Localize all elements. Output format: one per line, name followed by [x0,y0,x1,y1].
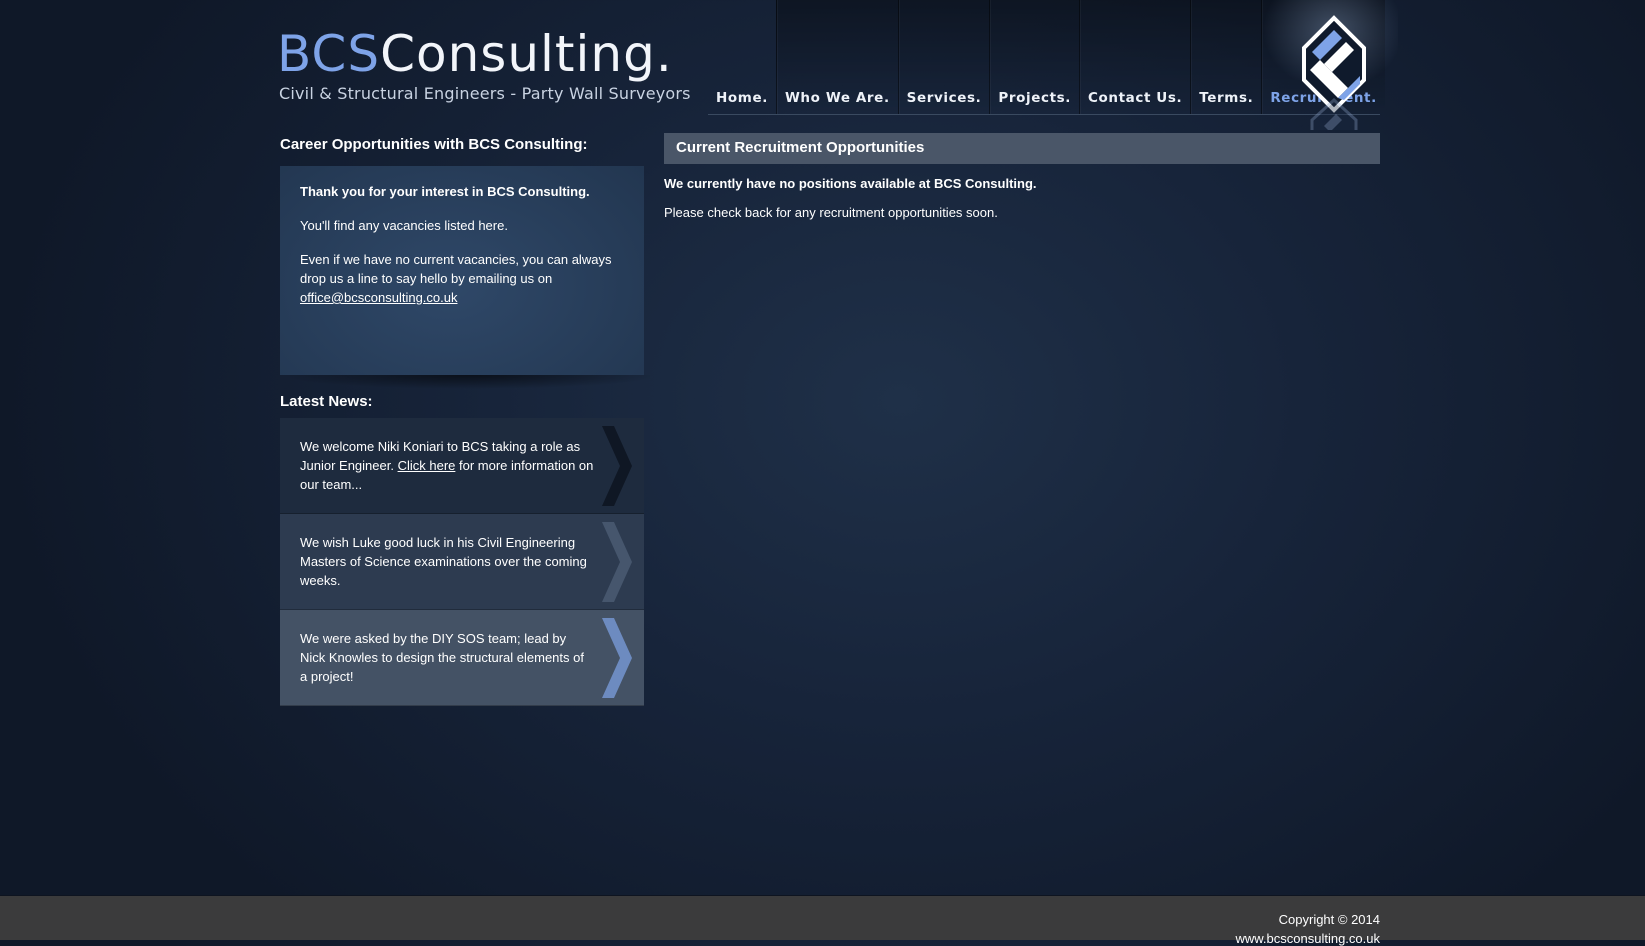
page: BCSConsulting. Civil & Structural Engine… [0,0,1645,895]
footer-copyright: Copyright © 2014 [1278,912,1380,927]
recruitment-header: Current Recruitment Opportunities [664,133,1380,164]
nav-label: Projects. [998,90,1071,106]
logo-consulting: Consulting. [380,25,673,83]
recruitment-note: Please check back for any recruitment op… [664,205,998,220]
news-item[interactable]: We welcome Niki Koniari to BCS taking a … [280,418,644,514]
chevron-right-icon[interactable] [602,618,632,698]
chevron-right-icon[interactable] [602,426,632,506]
news-list: We welcome Niki Koniari to BCS taking a … [280,418,644,706]
career-title: Career Opportunities with BCS Consulting… [280,136,588,153]
career-box: Thank you for your interest in BCS Consu… [280,166,644,375]
nav-label: Terms. [1199,90,1254,106]
site-logo[interactable]: BCSConsulting. [277,24,673,84]
news-text: We were asked by the DIY SOS team; lead … [300,631,584,684]
nav-item-contact-us[interactable]: Contact Us. [1079,0,1191,114]
nav-item-who-we-are[interactable]: Who We Are. [775,0,898,114]
site-tagline: Civil & Structural Engineers - Party Wal… [279,84,691,103]
career-thanks: Thank you for your interest in BCS Consu… [300,184,590,199]
chevron-right-icon[interactable] [602,522,632,602]
recruitment-status: We currently have no positions available… [664,176,1037,191]
footer: Copyright © 2014 www.bcsconsulting.co.uk [0,895,1645,946]
news-title: Latest News: [280,393,373,410]
nav-label: Home. [716,90,768,106]
career-email-link[interactable]: office@bcsconsulting.co.uk [300,290,458,305]
logo-bcs: BCS [277,25,381,83]
news-text: We wish Luke good luck in his Civil Engi… [300,535,587,588]
news-click-here-link[interactable]: Click here [398,458,456,473]
nav-item-terms[interactable]: Terms. [1190,0,1262,114]
news-item[interactable]: We wish Luke good luck in his Civil Engi… [280,514,644,610]
career-contact-text: Even if we have no current vacancies, yo… [300,250,624,307]
nav-label: Contact Us. [1088,90,1183,106]
nav-label: Services. [906,90,982,106]
nav-label: Who We Are. [784,90,890,106]
nav-item-services[interactable]: Services. [897,0,990,114]
bcs-emblem-icon [1258,0,1398,130]
career-vacancies: You'll find any vacancies listed here. [300,218,508,233]
news-item[interactable]: We were asked by the DIY SOS team; lead … [280,610,644,706]
nav-item-projects[interactable]: Projects. [989,0,1079,114]
nav-item-home[interactable]: Home. [708,0,776,114]
career-even-if: Even if we have no current vacancies, yo… [300,252,612,286]
